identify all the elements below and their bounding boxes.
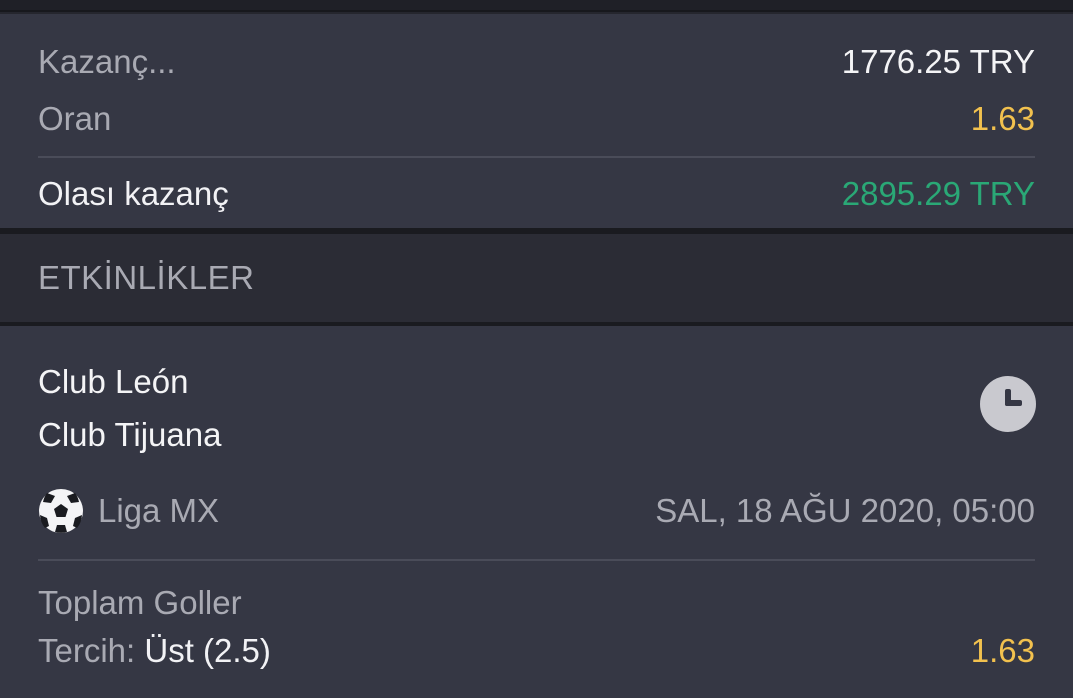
stake-value: 1776.25 TRY (841, 43, 1035, 80)
summary-divider (38, 156, 1035, 158)
top-edge (0, 0, 1073, 12)
stake-row: Kazanç... 1776.25 TRY (38, 42, 1035, 82)
home-team: Club León (38, 363, 189, 400)
potential-win-row: Olası kazanç 2895.29 TRY (38, 174, 1035, 214)
clock-icon (980, 376, 1036, 432)
odds-label: Oran (38, 100, 112, 137)
league-name: Liga MX (98, 492, 220, 529)
selection-value: Üst (2.5) (144, 632, 271, 669)
selection-odds: 1.63 (970, 632, 1035, 669)
potential-win-value: 2895.29 TRY (841, 175, 1035, 212)
stake-label: Kazanç... (38, 43, 176, 80)
soccer-ball-icon (39, 489, 83, 533)
away-team: Club Tijuana (38, 416, 222, 453)
odds-value: 1.63 (970, 100, 1035, 137)
odds-row: Oran 1.63 (38, 99, 1035, 139)
event-divider (38, 559, 1035, 561)
event-card[interactable]: Club León Club Tijuana Liga MX SAL, 18 A… (0, 326, 1073, 698)
event-datetime: SAL, 18 AĞU 2020, 05:00 (655, 492, 1035, 529)
potential-win-label: Olası kazanç (38, 175, 229, 212)
section-title: ETKİNLİKLER (38, 259, 255, 296)
events-section-header: ETKİNLİKLER (0, 228, 1073, 326)
selection-label: Tercih: (38, 632, 145, 669)
selection-line: Tercih: Üst (2.5) (38, 631, 271, 671)
market-name: Toplam Goller (38, 584, 242, 621)
bet-summary-panel: Kazanç... 1776.25 TRY Oran 1.63 Olası ka… (0, 14, 1073, 228)
